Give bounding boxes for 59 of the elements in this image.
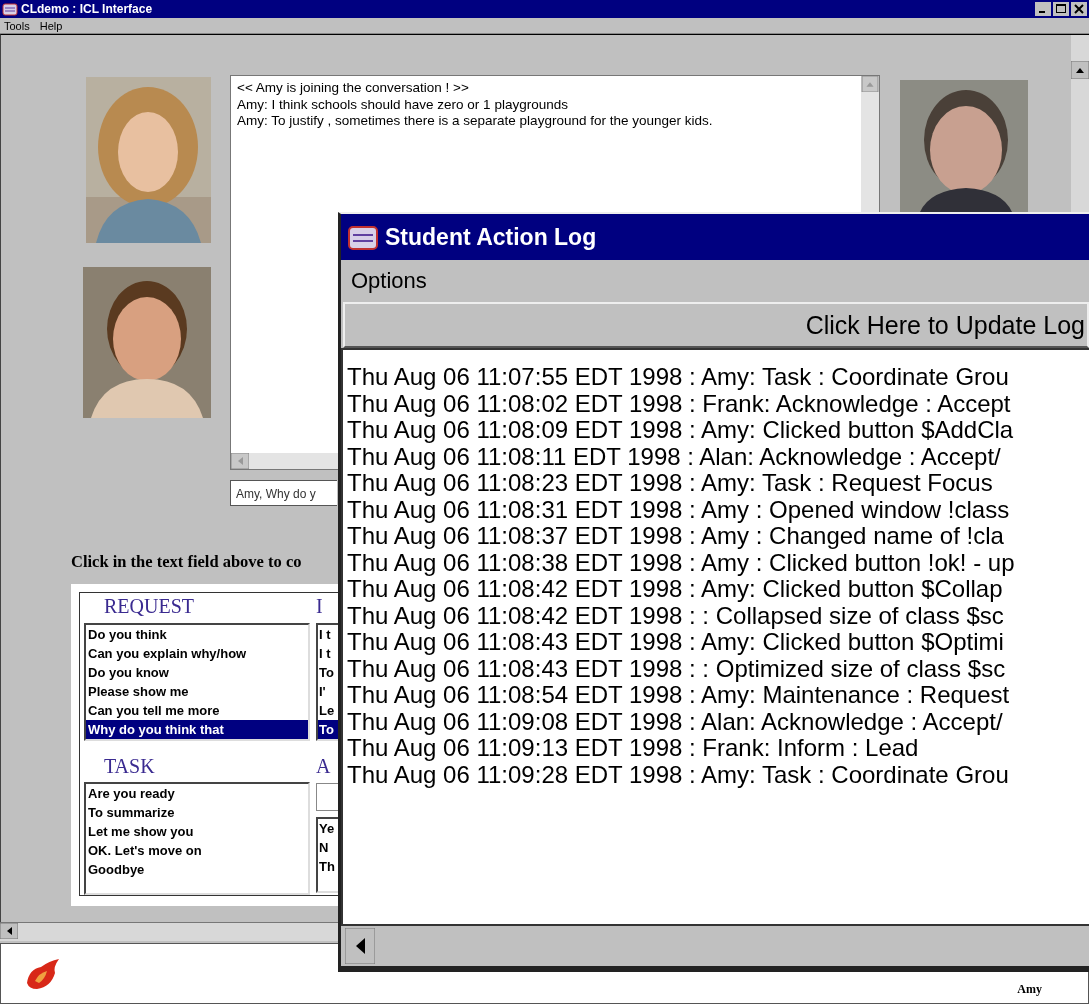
log-entry: Thu Aug 06 11:08:54 EDT 1998 : Amy: Maintenance : Request <box>347 682 1011 709</box>
phrase-item[interactable]: To <box>318 663 338 682</box>
log-entry: Thu Aug 06 11:08:09 EDT 1998 : Amy: Clicked button $AddCla <box>347 417 1015 444</box>
phrase-item[interactable]: OK. Let's move on <box>86 840 308 860</box>
window-title: CLdemo : ICL Interface <box>21 2 153 16</box>
log-entry: Thu Aug 06 11:08:31 EDT 1998 : Amy : Opened window !class <box>347 496 1011 523</box>
phrase-item[interactable]: Do you know <box>86 663 308 682</box>
phrase-item[interactable]: I' <box>318 682 338 701</box>
update-log-button[interactable]: Click Here to Update Log <box>343 302 1089 348</box>
phrase-item[interactable]: Do you think <box>86 625 308 644</box>
close-icon[interactable] <box>1071 2 1087 16</box>
phrase-item[interactable]: Can you explain why/how <box>86 644 308 663</box>
message-input-field[interactable]: Amy, Why do y <box>230 480 337 506</box>
chat-message: << Amy is joining the conversation ! >> <box>237 80 470 97</box>
category-heading: I <box>316 595 324 619</box>
menu-item[interactable]: Options <box>351 268 427 294</box>
instruction-text: Click in the text field above to co <box>71 552 302 572</box>
phrase-item[interactable]: I t <box>318 625 338 644</box>
phrase-item[interactable]: To summarize <box>86 802 308 822</box>
log-entry: Thu Aug 06 11:07:55 EDT 1998 : Amy: Task : Coordinate Grou <box>347 364 1010 391</box>
log-entry: Thu Aug 06 11:08:11 EDT 1998 : Alan: Acknowledge : Accept/ <box>347 443 1002 470</box>
log-entry: Thu Aug 06 11:08:42 EDT 1998 : Amy: Clicked button $Collap <box>347 576 1003 603</box>
log-entry: Thu Aug 06 11:08:02 EDT 1998 : Frank: Acknowledge : Accept <box>347 390 1012 417</box>
menu-item[interactable]: Help <box>39 19 63 32</box>
maximize-icon[interactable] <box>1053 2 1069 16</box>
category-heading: REQUEST <box>103 595 195 619</box>
log-entry: Thu Aug 06 11:09:08 EDT 1998 : Alan: Acknowledge : Accept/ <box>347 708 1003 735</box>
phrase-item[interactable]: Th <box>318 857 338 876</box>
log-entry: Thu Aug 06 11:09:13 EDT 1998 : Frank: Inform : Lead <box>347 735 920 762</box>
scroll-left-icon[interactable] <box>0 923 18 939</box>
log-entry: Thu Aug 06 11:08:23 EDT 1998 : Amy: Task : Request Focus <box>347 470 993 497</box>
chat-message: Amy: I think schools should have zero or 1 playgrounds <box>237 96 569 113</box>
user-name: Amy <box>1017 982 1042 997</box>
chat-message: Amy: To justify , sometimes there is a separate playground for the younger kids. <box>237 113 714 130</box>
phrase-item[interactable]: Let me show you <box>86 821 308 841</box>
phrase-item[interactable]: Are you ready <box>86 783 308 803</box>
window-title: Student Action Log <box>385 223 597 251</box>
log-entry: Thu Aug 06 11:08:43 EDT 1998 : Amy: Clicked button $Optimi <box>347 629 1005 656</box>
phrase-item[interactable]: Can you tell me more <box>86 701 308 720</box>
scroll-up-icon[interactable] <box>1071 61 1089 79</box>
app-icon <box>2 1 18 17</box>
phrase-item[interactable]: Please show me <box>86 682 308 701</box>
log-entry: Thu Aug 06 11:09:28 EDT 1998 : Amy: Task : Coordinate Grou <box>347 761 1010 788</box>
minimize-icon[interactable] <box>1035 2 1051 16</box>
phrase-item[interactable]: To <box>318 720 338 739</box>
log-entry: Thu Aug 06 11:08:38 EDT 1998 : Amy : Clicked button !ok! - up <box>347 549 1016 576</box>
category-heading: A <box>316 755 332 779</box>
phrase-item[interactable]: N <box>318 838 338 857</box>
scroll-left-icon[interactable] <box>345 928 375 964</box>
menu-item[interactable]: Tools <box>4 19 30 32</box>
log-entry: Thu Aug 06 11:08:37 EDT 1998 : Amy : Changed name of !cla <box>347 523 1005 550</box>
phrase-item[interactable]: Why do you think that <box>86 720 308 739</box>
category-heading: TASK <box>103 755 156 779</box>
log-entry: Thu Aug 06 11:08:42 EDT 1998 : : Collapsed size of class $sc <box>347 602 1005 629</box>
phrase-item[interactable]: Le <box>318 701 338 720</box>
phrase-item[interactable]: I t <box>318 644 338 663</box>
log-entry: Thu Aug 06 11:08:43 EDT 1998 : : Optimized size of class $sc <box>347 655 1007 682</box>
phrase-item[interactable]: Ye <box>318 819 338 838</box>
phrase-item[interactable]: Goodbye <box>86 859 308 879</box>
